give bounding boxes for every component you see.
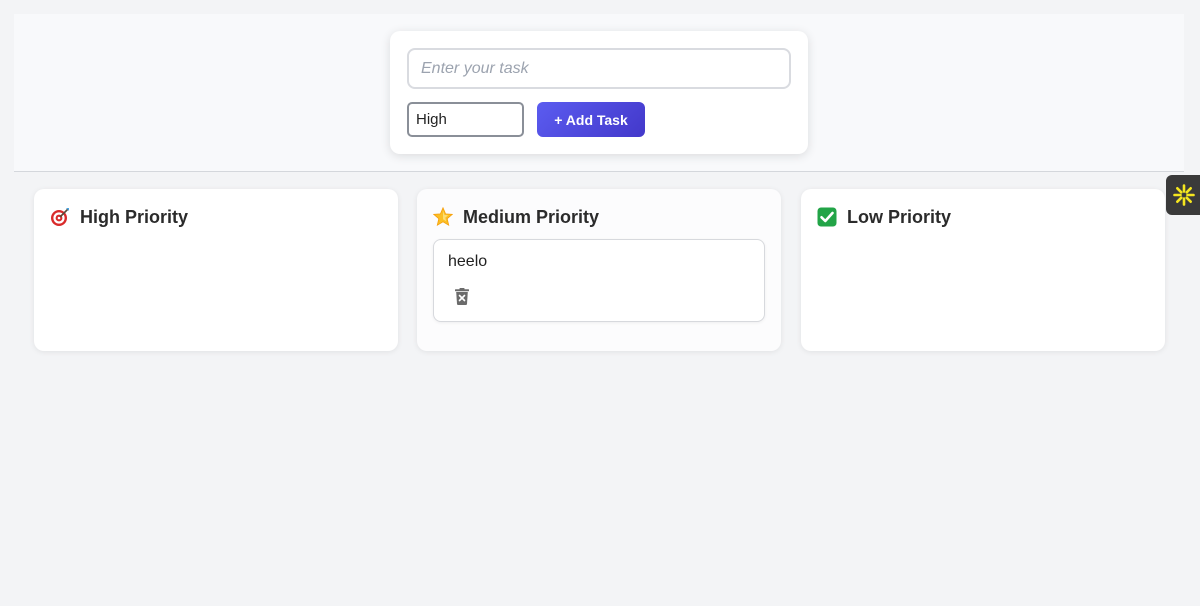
trash-icon	[455, 287, 469, 305]
medium-priority-column: Medium Priority heelo	[417, 189, 781, 351]
add-task-form: High + Add Task	[390, 31, 808, 154]
high-priority-column: High Priority	[34, 189, 398, 351]
low-priority-column: Low Priority	[801, 189, 1165, 351]
asterisk-icon	[1173, 184, 1195, 206]
task-input[interactable]	[407, 48, 791, 89]
add-task-button[interactable]: + Add Task	[537, 102, 645, 137]
column-header-high: High Priority	[50, 205, 188, 229]
star-icon	[433, 207, 453, 227]
side-widget-button[interactable]	[1166, 175, 1200, 215]
column-header-medium: Medium Priority	[433, 205, 599, 229]
column-title: Low Priority	[847, 206, 952, 227]
task-card[interactable]: heelo	[433, 239, 765, 322]
delete-task-button[interactable]	[452, 285, 472, 307]
column-title: Medium Priority	[463, 206, 600, 227]
task-text: heelo	[448, 253, 488, 270]
priority-select[interactable]: High	[407, 102, 524, 137]
check-box-icon	[817, 207, 837, 227]
column-header-low: Low Priority	[817, 205, 951, 229]
target-icon	[50, 207, 70, 227]
column-title: High Priority	[80, 206, 189, 227]
